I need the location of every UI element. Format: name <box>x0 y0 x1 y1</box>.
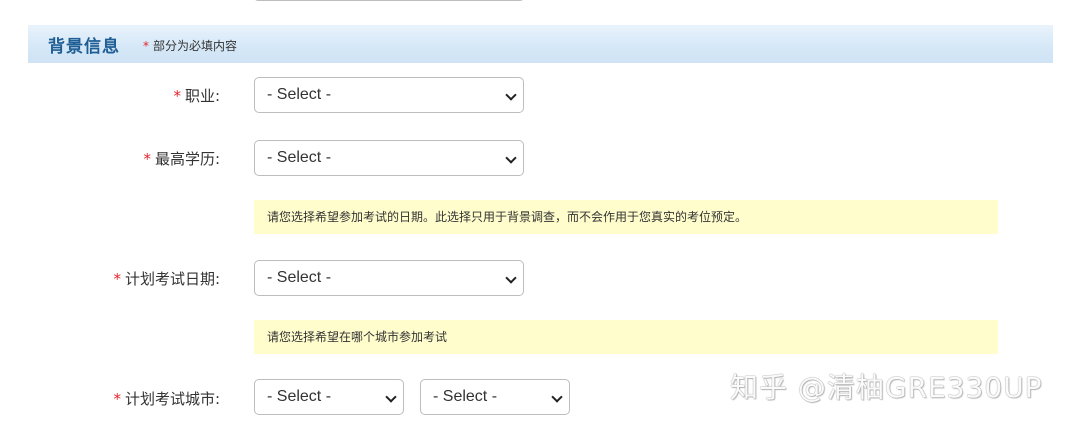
exam-region-select[interactable]: - Select - <box>254 379 404 415</box>
exam-date-select[interactable]: - Select - <box>254 260 524 296</box>
chevron-down-icon <box>505 272 517 284</box>
education-label: * 最高学历: <box>0 148 220 169</box>
education-select-value: - Select - <box>267 149 332 166</box>
previous-select-bottom-edge <box>254 0 524 1</box>
occupation-select[interactable]: - Select - <box>254 77 524 113</box>
exam-date-select-value: - Select - <box>267 269 332 286</box>
exam-date-hint: 请您选择希望参加考试的日期。此选择只用于背景调查，而不会作用于您真实的考位预定。 <box>254 200 998 234</box>
required-star: * <box>113 270 121 288</box>
exam-region-select-value: - Select - <box>267 388 332 405</box>
required-star: * <box>143 39 149 53</box>
watermark: 知乎 @清柚GRE330UP <box>730 371 1043 404</box>
education-label-text: 最高学历: <box>154 150 220 168</box>
exam-city-label-text: 计划考试城市: <box>124 390 220 408</box>
chevron-down-icon <box>505 89 517 101</box>
occupation-select-value: - Select - <box>267 86 332 103</box>
education-select[interactable]: - Select - <box>254 140 524 176</box>
exam-city-hint: 请您选择希望在哪个城市参加考试 <box>254 320 998 354</box>
exam-city-select[interactable]: - Select - <box>420 379 570 415</box>
required-star: * <box>113 390 121 408</box>
chevron-down-icon <box>385 391 397 403</box>
chevron-down-icon <box>551 391 563 403</box>
chevron-down-icon <box>505 152 517 164</box>
section-header-background: 背景信息 * 部分为必填内容 <box>28 25 1053 63</box>
required-note-text: 部分为必填内容 <box>153 39 238 53</box>
section-title: 背景信息 <box>48 37 120 57</box>
occupation-label-text: 职业: <box>184 87 220 105</box>
exam-city-label: * 计划考试城市: <box>0 388 220 409</box>
occupation-label: * 职业: <box>0 85 220 106</box>
required-note: * 部分为必填内容 <box>143 37 237 54</box>
exam-city-select-value: - Select - <box>433 388 498 405</box>
exam-date-label-text: 计划考试日期: <box>124 270 220 288</box>
exam-date-label: * 计划考试日期: <box>0 268 220 289</box>
required-star: * <box>143 150 151 168</box>
required-star: * <box>173 87 181 105</box>
